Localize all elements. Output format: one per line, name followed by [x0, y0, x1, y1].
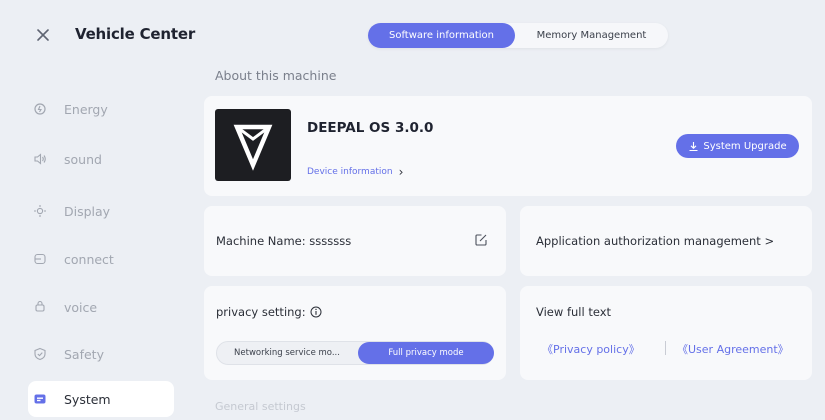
- energy-icon: [30, 102, 50, 116]
- sidebar-item-sound[interactable]: sound: [28, 141, 174, 177]
- sidebar-item-safety[interactable]: Safety: [28, 336, 174, 372]
- download-icon: [689, 141, 698, 151]
- section-heading-general: General settings: [215, 400, 306, 413]
- view-full-text-title: View full text: [536, 305, 612, 319]
- section-heading-about: About this machine: [215, 68, 337, 83]
- device-information-label: Device information: [307, 167, 393, 177]
- machine-name: Machine Name: sssssss: [216, 234, 352, 248]
- full-text-card: [520, 286, 812, 380]
- voice-icon: [30, 300, 50, 314]
- sidebar-item-label: voice: [64, 299, 98, 315]
- info-icon[interactable]: [310, 306, 322, 318]
- privacy-policy-link[interactable]: 《Privacy policy》: [542, 341, 640, 357]
- sidebar-item-label: connect: [64, 251, 114, 267]
- brightness-icon: [30, 204, 50, 218]
- sidebar-item-connect[interactable]: connect: [28, 241, 174, 277]
- sidebar-item-label: sound: [64, 151, 102, 167]
- edit-button[interactable]: [474, 232, 488, 246]
- system-icon: [30, 392, 50, 406]
- privacy-mode-toggle: Networking service mo... Full privacy mo…: [216, 341, 494, 365]
- device-information-link[interactable]: Device information ›: [307, 165, 403, 179]
- tab-software-information[interactable]: Software information: [368, 23, 515, 48]
- user-agreement-link[interactable]: 《User Agreement》: [677, 341, 789, 357]
- system-upgrade-label: System Upgrade: [703, 140, 787, 152]
- connect-icon: [30, 252, 50, 266]
- page-title: Vehicle Center: [75, 25, 196, 43]
- tab-bar: Software information Memory Management: [368, 23, 668, 48]
- sidebar-item-label: Display: [64, 203, 111, 219]
- os-version: DEEPAL OS 3.0.0: [307, 120, 434, 136]
- edit-icon: [475, 234, 487, 246]
- tab-memory-management[interactable]: Memory Management: [515, 23, 668, 48]
- sidebar-item-label: Energy: [64, 101, 108, 117]
- shield-icon: [30, 347, 50, 361]
- speaker-icon: [30, 152, 50, 166]
- close-icon: [37, 29, 49, 41]
- privacy-card: [204, 286, 506, 380]
- sidebar-item-energy[interactable]: Energy: [28, 91, 174, 127]
- sidebar-item-display[interactable]: Display: [28, 193, 174, 229]
- full-privacy-mode-option[interactable]: Full privacy mode: [358, 342, 494, 364]
- close-button[interactable]: [30, 22, 56, 48]
- system-upgrade-button[interactable]: System Upgrade: [676, 134, 799, 158]
- sidebar-item-label: System: [64, 391, 111, 407]
- deepal-logo: [215, 109, 291, 181]
- sidebar-item-label: Safety: [64, 346, 104, 362]
- divider: [665, 341, 666, 355]
- privacy-setting-label: privacy setting:: [216, 305, 306, 319]
- sidebar-item-system[interactable]: System: [28, 381, 174, 417]
- sidebar-item-voice[interactable]: voice: [28, 289, 174, 325]
- chevron-right-icon: ›: [398, 165, 404, 179]
- app-authorization-link[interactable]: Application authorization management >: [536, 234, 774, 248]
- privacy-setting-title: privacy setting:: [216, 305, 322, 319]
- networking-service-mode-option[interactable]: Networking service mo...: [217, 342, 357, 364]
